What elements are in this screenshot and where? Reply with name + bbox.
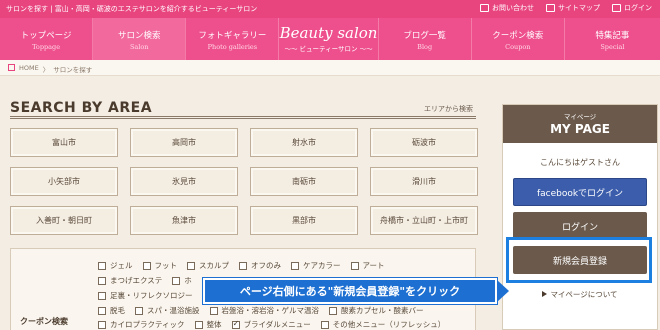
site-logo[interactable]: Beauty salon 〜〜 ビューティーサロン 〜〜 bbox=[279, 18, 379, 60]
area-button[interactable]: 氷見市 bbox=[130, 167, 238, 196]
area-button[interactable]: 滑川市 bbox=[370, 167, 478, 196]
mypage-panel: マイページ MY PAGE こんにちはゲストさん facebookでログイン ロ… bbox=[502, 104, 658, 330]
filter-checkbox[interactable]: まつげエクステ bbox=[98, 275, 162, 286]
filter-checkbox[interactable]: カイロプラクティック bbox=[98, 319, 185, 330]
filter-checkbox[interactable]: 脱毛 bbox=[98, 305, 125, 316]
breadcrumb-separator: 〉 bbox=[42, 66, 50, 74]
sitemap-icon bbox=[546, 4, 555, 12]
filter-row: カイロプラクティック 整体 ブライダルメニュー その他メニュー（リフレッシュ） bbox=[98, 319, 445, 330]
login-link[interactable]: ログイン bbox=[612, 3, 652, 13]
area-grid: 富山市 高岡市 射水市 砺波市 小矢部市 氷見市 南砺市 滑川市 入善町・朝日町… bbox=[10, 128, 478, 235]
facebook-login-button[interactable]: facebookでログイン bbox=[513, 178, 647, 206]
sitemap-link[interactable]: サイトマップ bbox=[546, 3, 600, 13]
nav-item-special[interactable]: 特集記事 Special bbox=[565, 18, 660, 60]
filter-row: 足裏・リフレクソロジー bbox=[98, 290, 193, 301]
filter-checkbox[interactable]: アート bbox=[350, 260, 385, 271]
filter-checkbox[interactable]: ホ bbox=[172, 275, 192, 286]
section-divider bbox=[10, 116, 476, 119]
filter-row: まつげエクステ ホ bbox=[98, 275, 192, 286]
breadcrumb-home[interactable]: HOME bbox=[19, 64, 39, 75]
filter-checkbox[interactable]: 酸素カプセル・酸素バー bbox=[329, 305, 424, 316]
area-button[interactable]: 富山市 bbox=[10, 128, 118, 157]
filter-checkbox[interactable]: スカルプ bbox=[187, 260, 229, 271]
filter-checkbox[interactable]: スパ・温浴施設 bbox=[135, 305, 200, 316]
filter-row: 脱毛 スパ・温浴施設 岩盤浴・溶岩浴・ゲルマ温浴 酸素カプセル・酸素バー bbox=[98, 305, 424, 316]
filter-checkbox[interactable]: 整体 bbox=[194, 319, 222, 330]
top-bar: サロンを探す | 富山・高岡・砺波のエステサロンを紹介するビューティーサロン お… bbox=[0, 0, 660, 18]
filter-checkbox[interactable]: オフのみ bbox=[239, 260, 281, 271]
checked-box-icon[interactable] bbox=[231, 319, 240, 329]
area-button[interactable]: 高岡市 bbox=[130, 128, 238, 157]
filter-checkbox[interactable]: 足裏・リフレクソロジー bbox=[98, 290, 193, 301]
breadcrumb: HOME 〉 サロンを探す bbox=[0, 60, 660, 76]
filter-label: クーポン検索 bbox=[20, 317, 68, 326]
login-button[interactable]: ログイン bbox=[513, 212, 647, 240]
mypage-about-link[interactable]: マイページについて bbox=[503, 289, 657, 300]
nav-item-photo-galleries[interactable]: フォトギャラリー Photo galleries bbox=[186, 18, 280, 60]
filter-checkbox[interactable]: ケアカラー bbox=[291, 260, 341, 271]
filter-checkbox[interactable]: ジェル bbox=[98, 260, 133, 271]
greeting-text: こんにちはゲストさん bbox=[540, 158, 620, 167]
area-button[interactable]: 舟橋市・立山町・上市町 bbox=[370, 206, 478, 235]
filter-checkbox[interactable]: その他メニュー（リフレッシュ） bbox=[320, 319, 445, 330]
area-button[interactable]: 砺波市 bbox=[370, 128, 478, 157]
filter-row: ジェル フット スカルプ オフのみ ケアカラー アート bbox=[98, 260, 385, 271]
instruction-callout: ページ右側にある"新規会員登録"をクリック bbox=[203, 278, 497, 304]
filter-checkbox[interactable]: 岩盤浴・溶岩浴・ゲルマ温浴 bbox=[209, 305, 319, 316]
utility-links: お問い合わせ サイトマップ ログイン bbox=[480, 3, 652, 13]
mypage-header: マイページ MY PAGE bbox=[503, 105, 657, 143]
callout-arrow-icon bbox=[497, 280, 509, 302]
home-icon bbox=[8, 64, 15, 71]
area-button[interactable]: 入善町・朝日町 bbox=[10, 206, 118, 235]
filter-checkbox[interactable]: フット bbox=[142, 260, 177, 271]
section-title: SEARCH BY AREA bbox=[10, 100, 153, 116]
nav-item-coupon[interactable]: クーポン検索 Coupon bbox=[472, 18, 565, 60]
mail-icon bbox=[480, 4, 489, 12]
site-tagline: サロンを探す | 富山・高岡・砺波のエステサロンを紹介するビューティーサロン bbox=[6, 5, 258, 13]
contact-link[interactable]: お問い合わせ bbox=[480, 3, 534, 13]
nav-item-blog[interactable]: ブログ一覧 Blog bbox=[379, 18, 472, 60]
area-search-link[interactable]: エリアから検索 bbox=[424, 104, 473, 114]
area-button[interactable]: 小矢部市 bbox=[10, 167, 118, 196]
area-button[interactable]: 魚津市 bbox=[130, 206, 238, 235]
nav-item-toppage[interactable]: トップページ Toppage bbox=[0, 18, 94, 60]
register-highlight-frame bbox=[506, 237, 652, 283]
login-icon bbox=[612, 4, 621, 12]
area-button[interactable]: 南砺市 bbox=[250, 167, 358, 196]
filter-checkbox-bridal[interactable]: ブライダルメニュー bbox=[231, 319, 311, 330]
triangle-right-icon bbox=[542, 291, 548, 297]
breadcrumb-current: サロンを探す bbox=[53, 66, 93, 74]
area-button[interactable]: 黒部市 bbox=[250, 206, 358, 235]
main-nav: トップページ Toppage サロン検索 Salon フォトギャラリー Phot… bbox=[0, 18, 660, 60]
area-button[interactable]: 射水市 bbox=[250, 128, 358, 157]
nav-item-salon[interactable]: サロン検索 Salon bbox=[93, 18, 187, 60]
